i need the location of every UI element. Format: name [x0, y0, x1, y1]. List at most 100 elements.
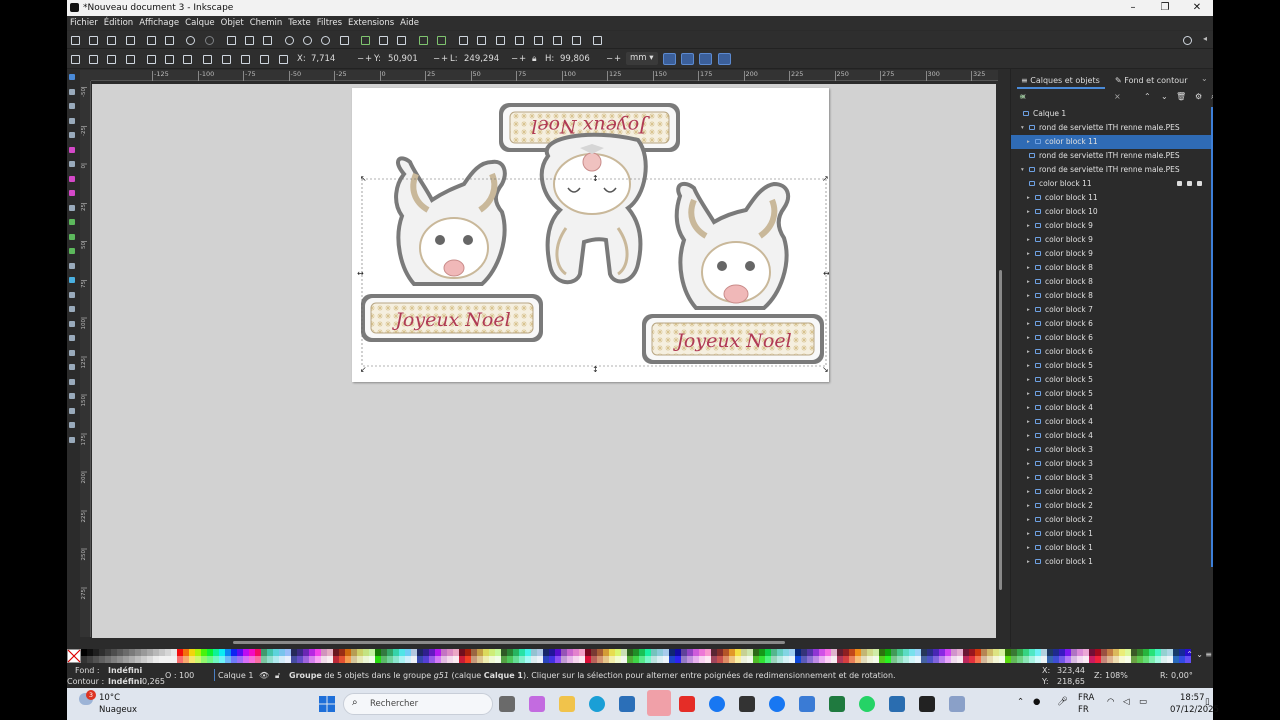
wifi-icon[interactable]: ◠: [1107, 697, 1114, 707]
color-swatch[interactable]: [111, 656, 117, 663]
palette-up-icon[interactable]: ⌃: [1186, 650, 1193, 659]
color-swatch[interactable]: [873, 649, 879, 656]
expand-right-icon[interactable]: ▸: [1027, 471, 1030, 485]
color-swatch[interactable]: [669, 649, 675, 656]
color-swatch[interactable]: [1155, 649, 1161, 656]
color-swatch[interactable]: [753, 656, 759, 663]
menu-affichage[interactable]: Affichage: [139, 18, 179, 28]
flip-v-icon[interactable]: [183, 55, 192, 64]
expand-right-icon[interactable]: ▸: [1027, 457, 1030, 471]
color-swatch[interactable]: [1053, 656, 1059, 663]
transform-icon[interactable]: [593, 36, 602, 45]
color-swatch[interactable]: [885, 649, 891, 656]
color-swatch[interactable]: [675, 656, 681, 663]
color-swatch[interactable]: [99, 649, 105, 656]
color-swatch[interactable]: [705, 656, 711, 663]
color-swatch[interactable]: [759, 649, 765, 656]
color-swatch[interactable]: [1089, 649, 1095, 656]
move-gradients-toggle[interactable]: [699, 53, 712, 65]
color-swatch[interactable]: [771, 649, 777, 656]
color-swatch[interactable]: [423, 649, 429, 656]
minimize-button[interactable]: –: [1117, 0, 1149, 16]
color-swatch[interactable]: [903, 656, 909, 663]
color-swatch[interactable]: [81, 649, 87, 656]
tree-row[interactable]: Calque 1: [1011, 107, 1211, 121]
color-swatch[interactable]: [951, 649, 957, 656]
document-properties-icon[interactable]: [553, 36, 562, 45]
color-swatch[interactable]: [495, 656, 501, 663]
color-swatch[interactable]: [399, 656, 405, 663]
color-swatch[interactable]: [975, 649, 981, 656]
color-swatch[interactable]: [207, 656, 213, 663]
expand-right-icon[interactable]: ▸: [1027, 485, 1030, 499]
color-swatch[interactable]: [237, 656, 243, 663]
color-swatch[interactable]: [171, 656, 177, 663]
color-swatch[interactable]: [753, 649, 759, 656]
tray-app-icon[interactable]: ●: [1033, 697, 1040, 707]
color-swatch[interactable]: [789, 649, 795, 656]
expand-right-icon[interactable]: ▸: [1027, 345, 1030, 359]
rect-tool-icon[interactable]: [69, 146, 75, 153]
mesh-tool-icon[interactable]: [69, 291, 75, 298]
color-swatch[interactable]: [189, 649, 195, 656]
menu-objet[interactable]: Objet: [221, 18, 244, 28]
color-swatch[interactable]: [291, 649, 297, 656]
color-swatch[interactable]: [981, 656, 987, 663]
windows-start-icon[interactable]: [319, 696, 335, 712]
tree-row[interactable]: ▸ color block 2: [1011, 513, 1211, 527]
color-swatch[interactable]: [501, 649, 507, 656]
color-swatch[interactable]: [513, 656, 519, 663]
color-swatch[interactable]: [1143, 656, 1149, 663]
height-plus-button[interactable]: +: [614, 54, 621, 64]
color-swatch[interactable]: [1083, 656, 1089, 663]
color-swatch[interactable]: [309, 656, 315, 663]
menu-aide[interactable]: Aide: [400, 18, 419, 28]
color-swatch[interactable]: [519, 649, 525, 656]
color-swatch[interactable]: [735, 649, 741, 656]
lower-bottom-icon[interactable]: [260, 55, 269, 64]
color-swatch[interactable]: [1143, 649, 1149, 656]
color-swatch[interactable]: [801, 649, 807, 656]
color-swatch[interactable]: [855, 656, 861, 663]
color-swatch[interactable]: [195, 656, 201, 663]
whatsapp-icon[interactable]: [859, 696, 875, 712]
tree-row[interactable]: ▾ rond de serviette ITH renne male.PES: [1011, 121, 1211, 135]
selector-tool-icon[interactable]: [69, 74, 75, 80]
color-swatch[interactable]: [387, 649, 393, 656]
tree-row[interactable]: color block 11: [1011, 177, 1211, 191]
color-swatch[interactable]: [351, 649, 357, 656]
chevron-left-icon[interactable]: ◂: [1203, 34, 1207, 43]
color-swatch[interactable]: [267, 649, 273, 656]
color-swatch[interactable]: [597, 656, 603, 663]
color-swatch[interactable]: [111, 649, 117, 656]
color-swatch[interactable]: [591, 656, 597, 663]
color-swatch[interactable]: [609, 649, 615, 656]
lpe-tool-icon[interactable]: [69, 378, 75, 385]
move-down-icon[interactable]: ⌄: [1161, 92, 1168, 101]
color-swatch[interactable]: [1011, 656, 1017, 663]
color-swatch[interactable]: [843, 656, 849, 663]
youtube-icon[interactable]: [679, 696, 695, 712]
tree-row[interactable]: ▸ color block 10: [1011, 205, 1211, 219]
color-swatch[interactable]: [483, 656, 489, 663]
color-swatch[interactable]: [579, 656, 585, 663]
color-swatch[interactable]: [585, 656, 591, 663]
color-swatch[interactable]: [123, 656, 129, 663]
color-swatch[interactable]: [771, 656, 777, 663]
color-swatch[interactable]: [549, 656, 555, 663]
tree-row[interactable]: ▸ color block 5: [1011, 373, 1211, 387]
color-swatch[interactable]: [915, 656, 921, 663]
color-swatch[interactable]: [531, 649, 537, 656]
spiral-tool-icon[interactable]: [69, 204, 75, 211]
color-swatch[interactable]: [927, 656, 933, 663]
color-swatch[interactable]: [603, 649, 609, 656]
color-swatch[interactable]: [933, 649, 939, 656]
color-swatch[interactable]: [543, 649, 549, 656]
color-swatch[interactable]: [153, 649, 159, 656]
color-swatch[interactable]: [1161, 649, 1167, 656]
pages-tool-icon[interactable]: [69, 393, 75, 399]
color-swatch[interactable]: [1131, 656, 1137, 663]
color-swatch[interactable]: [1149, 649, 1155, 656]
color-swatch[interactable]: [507, 656, 513, 663]
expand-right-icon[interactable]: ▸: [1027, 359, 1030, 373]
